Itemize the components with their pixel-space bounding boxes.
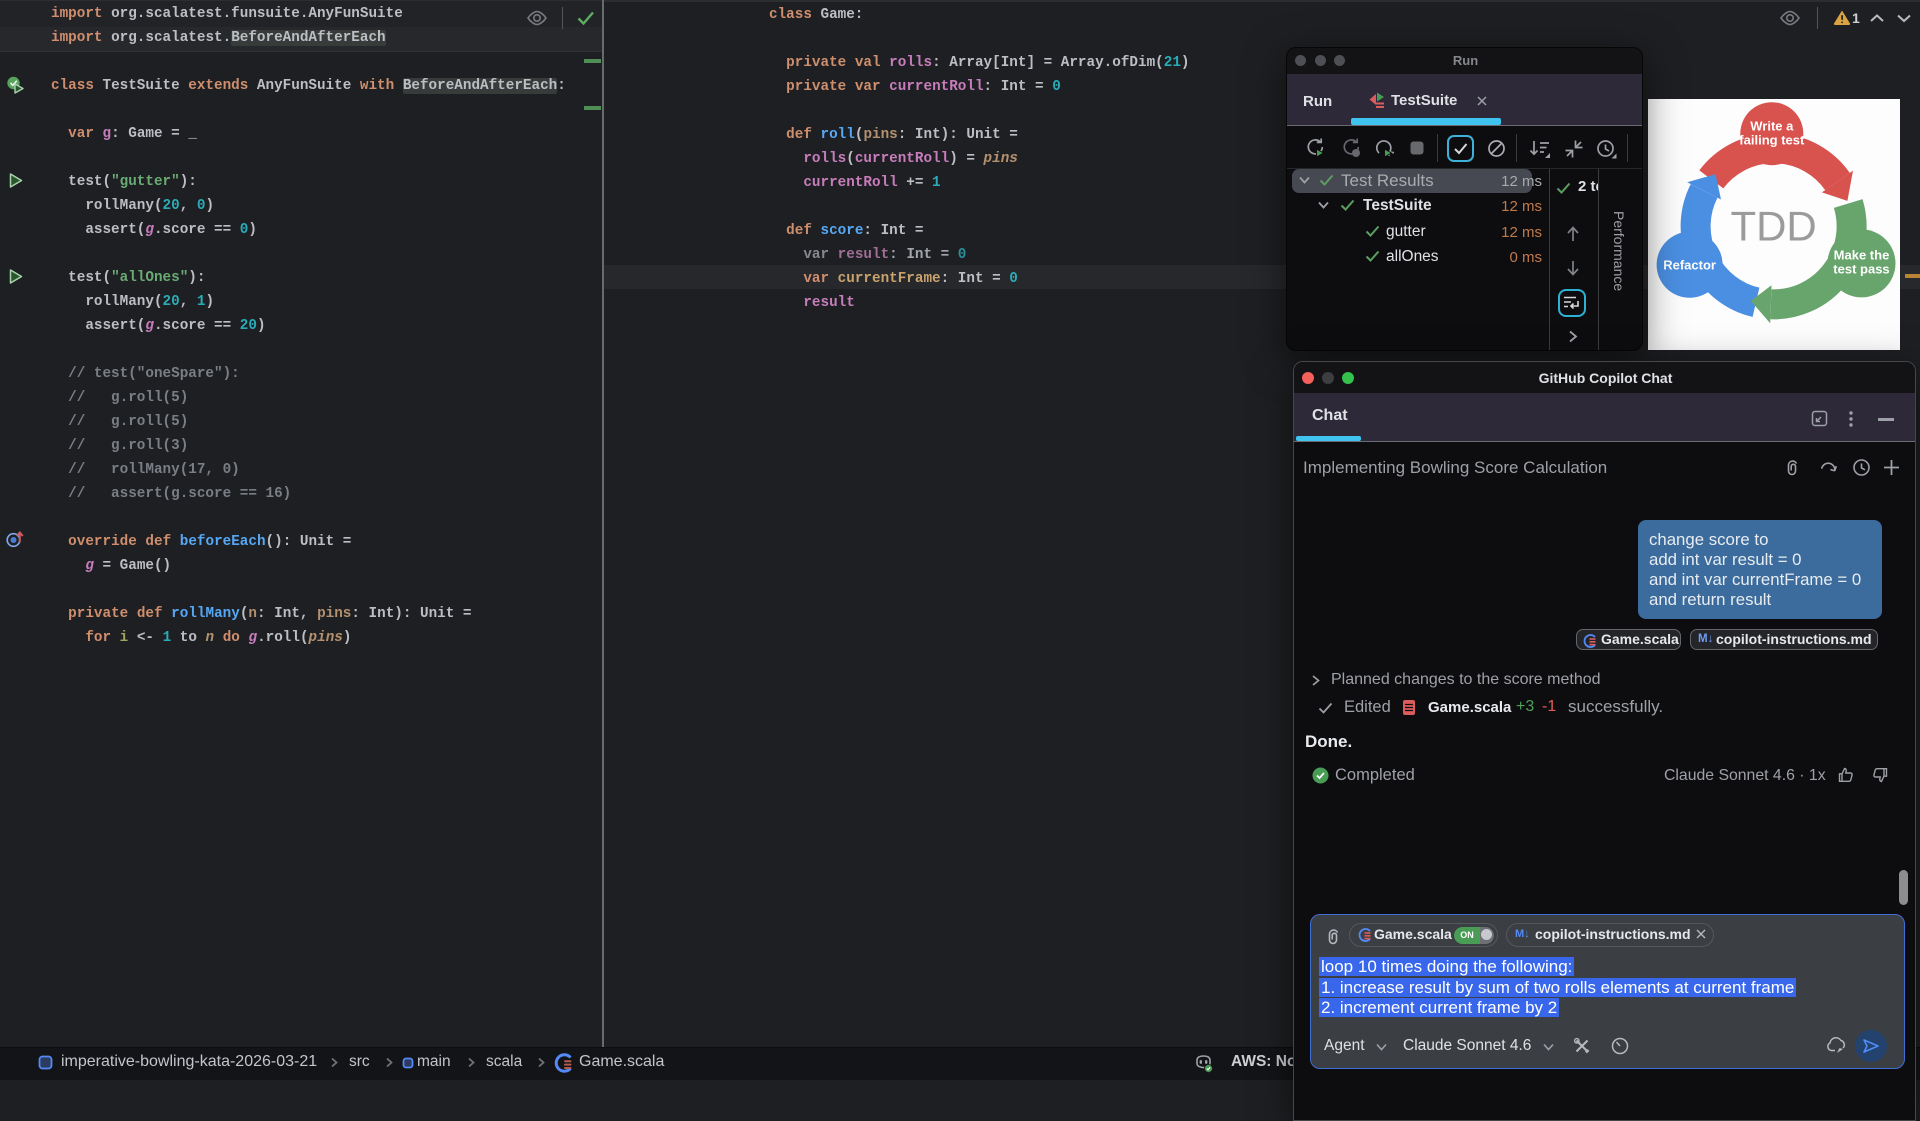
svg-text:test pass: test pass	[1833, 261, 1889, 276]
svg-text:Refactor: Refactor	[1663, 257, 1716, 272]
svg-text:failing test: failing test	[1739, 132, 1805, 147]
svg-text:TDD: TDD	[1730, 202, 1816, 249]
svg-text:Write a: Write a	[1750, 118, 1794, 133]
svg-text:Make the: Make the	[1834, 247, 1890, 262]
